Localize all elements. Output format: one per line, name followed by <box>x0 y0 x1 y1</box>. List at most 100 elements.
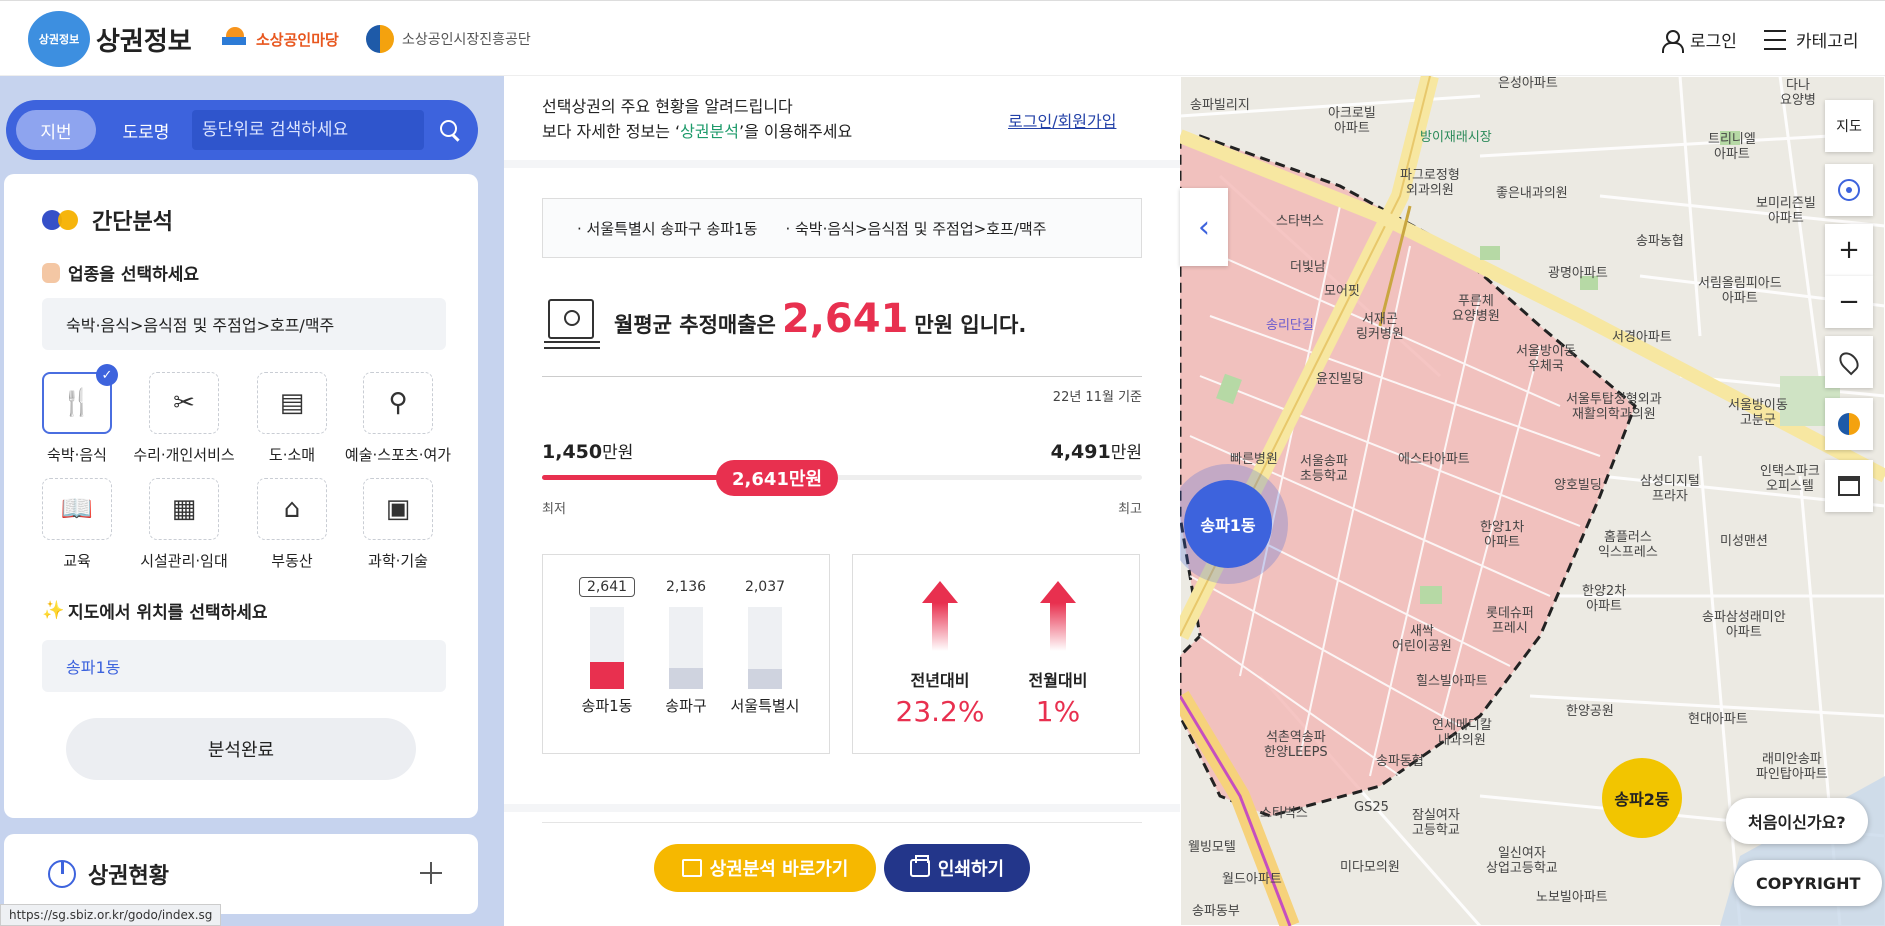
go-analysis-button[interactable]: 상권분석 바로가기 <box>654 844 876 892</box>
header-category-button[interactable]: 카테고리 <box>1764 27 1859 52</box>
location-select[interactable]: 송파1동 <box>42 640 446 692</box>
category-real-estate[interactable]: ⌂ 부동산 <box>240 478 344 571</box>
selected-dong-marker[interactable]: 송파1동 <box>1184 480 1272 568</box>
first-time-guide-button[interactable]: 처음이신가요? <box>1726 798 1868 844</box>
signup-link[interactable]: 회원가입 <box>1058 112 1117 131</box>
info-banner: 선택상권의 주요 현황을 알려드립니다 보다 자세한 정보는 ‘상권분석’을 이… <box>504 76 1180 160</box>
status-bar-url: https://sg.sbiz.or.kr/godo/index.sg <box>0 904 222 926</box>
bar-track <box>748 607 782 689</box>
map-place-label: 양호빌딩 <box>1554 478 1602 493</box>
map-place-label: 한양공원 <box>1566 704 1614 719</box>
growth-comparison-box: 전년대비 23.2% 전월대비 1% <box>852 554 1140 754</box>
category-science-tech[interactable]: ▣ 과학·기술 <box>346 478 450 571</box>
partner-logo-semas[interactable]: 소상공인시장진흥공단 <box>366 25 531 53</box>
mom-value: 1% <box>1035 695 1081 728</box>
industry-section-label: 업종을 선택하세요 <box>42 260 199 285</box>
bar-seoul <box>748 669 782 689</box>
category-label: 부동산 <box>271 552 313 570</box>
partner-logo-somadang[interactable]: 소상공인마당 <box>222 25 339 53</box>
map-place-label: 스타벅스 <box>1276 214 1324 229</box>
revenue-range-track <box>542 475 1142 480</box>
map-place-label: GS25 <box>1354 800 1389 815</box>
industry-select[interactable]: 숙박·음식>음식점 및 주점업>호프/맥주 <box>42 298 446 350</box>
map-place-label: 월드아파트 <box>1222 872 1282 887</box>
bar-songpa1dong <box>590 662 624 689</box>
search-icon[interactable] <box>438 118 462 142</box>
map-type-button[interactable]: 지도 <box>1825 100 1873 152</box>
market-status-card[interactable]: 상권현황 <box>4 834 478 914</box>
print-label: 인쇄하기 <box>937 859 1005 880</box>
zoom-out-button[interactable]: − <box>1825 276 1873 328</box>
minus-icon: − <box>1838 287 1860 317</box>
map-place-label: 모어핏 <box>1324 284 1360 299</box>
category-education[interactable]: 📖 교육 <box>25 478 129 571</box>
location-pin-button[interactable] <box>1825 336 1873 388</box>
map-place-label: 은성아파트 <box>1498 76 1558 91</box>
info-highlight: 상권분석 <box>680 122 739 141</box>
computer-icon: ▣ <box>385 494 411 524</box>
bar-value-label: 2,037 <box>744 579 786 595</box>
semas-logo-icon <box>366 25 394 53</box>
simple-analysis-title: 간단분석 <box>42 204 173 236</box>
revenue-value: 2,641 <box>781 296 909 342</box>
map-place-label: 인택스파크 오피스텔 <box>1760 464 1820 494</box>
top-header: 상권정보 상권정보 소상공인마당 소상공인시장진흥공단 로그인 카테고리 <box>0 0 1885 76</box>
map-place-label: 광명아파트 <box>1548 266 1608 281</box>
map-place-label: 서재곤 링커병원 <box>1356 312 1404 342</box>
map-place-label: 서울방이동 고분군 <box>1728 398 1788 428</box>
category-arts-sports[interactable]: ⚲ 예술·스포츠·여가 <box>338 372 458 465</box>
category-repair-service[interactable]: ✂ 수리·개인서비스 <box>132 372 236 465</box>
category-label: 도·소매 <box>268 446 316 464</box>
map-place-label: 석촌역송파 한양LEEPS <box>1264 730 1328 760</box>
my-location-button[interactable] <box>1825 164 1873 216</box>
category-retail[interactable]: ▤ 도·소매 <box>240 372 344 465</box>
two-dots-icon <box>42 209 80 231</box>
register-icon: ▤ <box>279 388 305 418</box>
up-arrow-icon <box>922 581 958 651</box>
map-place-label: 더빛남 <box>1290 260 1326 275</box>
dong-search-input[interactable] <box>192 110 424 150</box>
print-button[interactable]: 인쇄하기 <box>884 844 1030 892</box>
map-place-label: 에스타아파트 <box>1398 452 1470 467</box>
tools-icon: ✂ <box>173 388 195 418</box>
map-place-label: 파그로정형 외과의원 <box>1400 168 1460 198</box>
analysis-complete-button[interactable]: 분석완료 <box>66 718 416 780</box>
result-panel: 선택상권의 주요 현황을 알려드립니다 보다 자세한 정보는 ‘상권분석’을 이… <box>504 76 1180 926</box>
house-search-icon: ⌂ <box>283 494 301 524</box>
expand-plus-icon[interactable] <box>420 862 442 884</box>
zoom-in-button[interactable]: + <box>1825 224 1873 276</box>
category-lodging-food[interactable]: 🍴 ✓ 숙박·음식 <box>25 364 129 465</box>
semas-layer-button[interactable] <box>1825 398 1873 450</box>
site-title[interactable]: 상권정보 <box>96 21 192 58</box>
industry-label-text: 업종을 선택하세요 <box>68 265 200 285</box>
divider <box>542 376 1142 377</box>
tab-road-name[interactable]: 도로명 <box>102 110 190 150</box>
category-facility-rental[interactable]: ▦ 시설관리·임대 <box>132 478 236 571</box>
pointing-hand-icon <box>42 262 60 283</box>
up-arrow-icon <box>1040 581 1076 651</box>
money-icon <box>544 299 600 349</box>
simple-analysis-title-text: 간단분석 <box>92 210 173 235</box>
neighbor-dong-marker[interactable]: 송파2동 <box>1602 758 1682 838</box>
market-status-title-text: 상권현황 <box>88 864 169 889</box>
bar-track <box>590 607 624 689</box>
map-place-label: 서경아파트 <box>1612 330 1672 345</box>
login-signup-links: 로그인/회원가입 <box>1008 112 1117 131</box>
collapse-panel-button[interactable]: ‹ <box>1180 188 1228 266</box>
fork-knife-icon: 🍴 <box>60 388 94 418</box>
bar-category-label: 서울특별시 <box>730 697 800 715</box>
map-place-label: 홈플러스 익스프레스 <box>1598 530 1658 560</box>
copyright-button[interactable]: COPYRIGHT <box>1734 860 1883 906</box>
header-login-button[interactable]: 로그인 <box>1660 27 1737 53</box>
site-logo-badge[interactable]: 상권정보 <box>28 11 90 67</box>
yoy-value: 23.2% <box>895 695 985 728</box>
login-link[interactable]: 로그인 <box>1008 112 1052 131</box>
store-layer-button[interactable] <box>1825 460 1873 512</box>
map-place-label: 새싹 어린이공원 <box>1392 624 1452 654</box>
category-label: 수리·개인서비스 <box>133 446 235 464</box>
map-place-label: 스타벅스 <box>1260 806 1308 821</box>
header-login-label: 로그인 <box>1690 32 1737 52</box>
map-place-label: 보미리즌빌 아파트 <box>1756 196 1816 226</box>
semas-logo-icon <box>1838 413 1860 435</box>
tab-jibun[interactable]: 지번 <box>16 110 96 150</box>
